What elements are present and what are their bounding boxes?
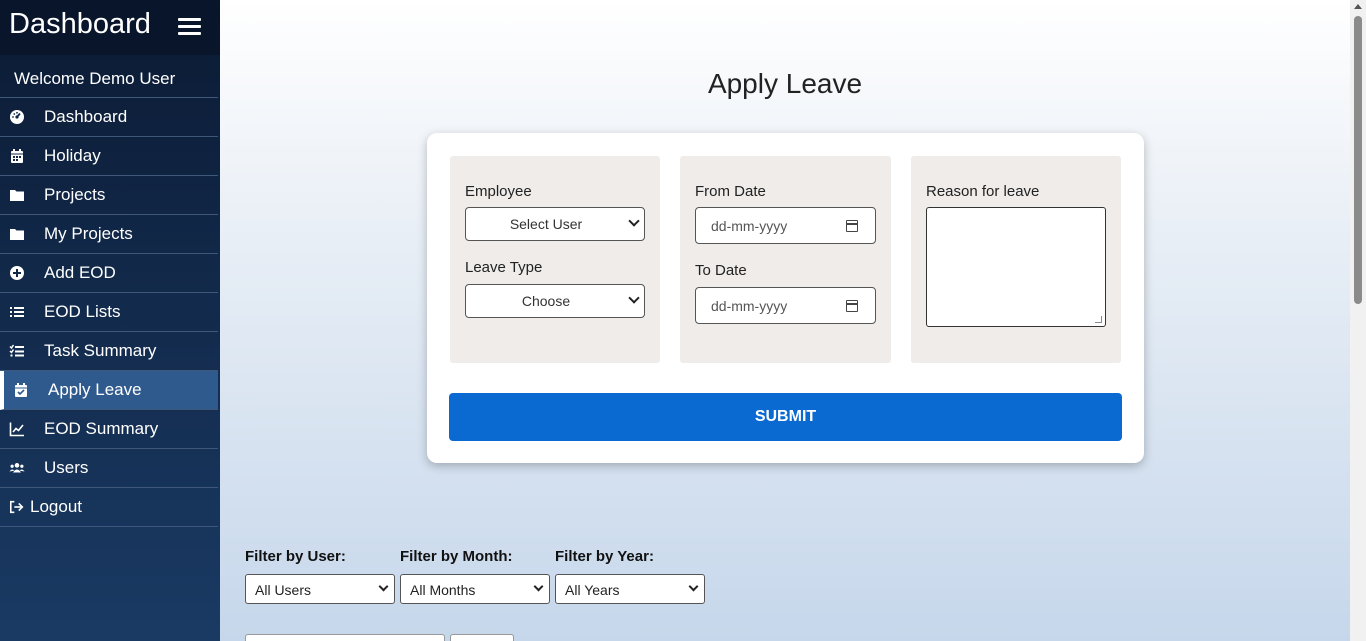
sidebar-item-label: Users [44,458,89,477]
sidebar-item-label: Logout [30,497,82,516]
sidebar-item-label: Apply Leave [48,380,142,399]
from-date-label: From Date [695,183,766,200]
to-date-placeholder: dd-mm-yyyy [711,298,788,314]
plus-circle-icon [10,266,24,280]
sidebar-item-users[interactable]: Users [0,449,218,488]
sidebar-header: Dashboard [0,0,220,55]
to-date-input[interactable]: dd-mm-yyyy [695,287,876,324]
resize-handle-icon[interactable] [1095,316,1102,323]
sidebar-item-label: EOD Lists [44,302,121,321]
from-date-placeholder: dd-mm-yyyy [711,218,788,234]
leave-form-card: Employee Select User Leave Type Choose F… [427,133,1144,463]
menu-toggle-icon[interactable] [178,18,201,35]
sidebar-item-label: My Projects [44,224,133,243]
calendar-icon [11,149,23,163]
sidebar-item-add-eod[interactable]: Add EOD [0,254,218,293]
sidebar-item-eod-summary[interactable]: EOD Summary [0,410,218,449]
vertical-scrollbar[interactable] [1350,0,1366,641]
chevron-down-icon [533,581,544,592]
scroll-up-arrow-icon[interactable] [1354,4,1362,9]
sidebar-nav: Dashboard Holiday Projects My Projects A… [0,98,220,527]
filter-month-value: All Months [410,582,476,598]
calendar-check-icon [15,383,27,397]
leave-type-label: Leave Type [465,259,543,276]
leave-type-select-value: Choose [521,293,571,309]
sidebar-title: Dashboard [9,8,151,40]
leave-type-select[interactable]: Choose [465,284,645,318]
dates-panel: From Date dd-mm-yyyy To Date dd-mm-yyyy [680,156,891,363]
line-chart-icon [9,422,24,437]
chevron-down-icon [628,215,640,227]
employee-select[interactable]: Select User [465,207,645,241]
filter-month-select[interactable]: All Months [400,574,550,604]
filter-user: Filter by User: All Users [245,548,395,604]
sidebar-item-apply-leave[interactable]: Apply Leave [0,371,218,410]
employee-select-value: Select User [509,216,583,232]
sidebar-item-my-projects[interactable]: My Projects [0,215,218,254]
filter-user-label: Filter by User: [245,548,346,565]
chevron-down-icon [628,292,640,304]
submit-button[interactable]: SUBMIT [449,393,1122,441]
logout-icon [9,500,24,514]
filter-year-value: All Years [565,582,620,598]
sidebar-item-label: Task Summary [44,341,157,360]
filter-year: Filter by Year: All Years [555,548,705,604]
search-button[interactable] [450,634,514,641]
list-icon [10,307,24,317]
filter-user-value: All Users [255,582,312,598]
scrollbar-thumb[interactable] [1354,16,1362,304]
main-content: Apply Leave Employee Select User Leave T… [220,0,1350,641]
filter-month: Filter by Month: All Months [400,548,550,604]
folder-icon [10,190,24,201]
employee-label: Employee [465,183,532,200]
chevron-down-icon [688,581,699,592]
welcome-text: Welcome Demo User [14,69,176,88]
chevron-down-icon [378,581,389,592]
reason-panel: Reason for leave [911,156,1121,363]
reason-textarea[interactable] [926,207,1106,327]
sidebar-item-label: Projects [44,185,106,204]
from-date-input[interactable]: dd-mm-yyyy [695,207,876,244]
filter-user-select[interactable]: All Users [245,574,395,604]
sidebar: Dashboard Welcome Demo User Dashboard Ho… [0,0,220,641]
to-date-label: To Date [695,262,747,279]
sidebar-item-projects[interactable]: Projects [0,176,218,215]
sidebar-item-holiday[interactable]: Holiday [0,137,218,176]
employee-panel: Employee Select User Leave Type Choose [450,156,660,363]
search-input[interactable] [245,634,445,641]
folder-icon [10,229,24,240]
sidebar-item-eod-lists[interactable]: EOD Lists [0,293,218,332]
calendar-icon[interactable] [846,220,858,232]
sidebar-item-label: Dashboard [44,107,128,126]
sidebar-item-label: EOD Summary [44,419,159,438]
users-icon [9,463,25,473]
sidebar-item-dashboard[interactable]: Dashboard [0,98,218,137]
sidebar-item-logout[interactable]: Logout [0,488,218,527]
page-title: Apply Leave [707,68,863,99]
filter-month-label: Filter by Month: [400,548,513,565]
filter-year-select[interactable]: All Years [555,574,705,604]
checklist-icon [9,344,24,357]
sidebar-item-task-summary[interactable]: Task Summary [0,332,218,371]
sidebar-item-label: Holiday [44,146,101,165]
filter-year-label: Filter by Year: [555,548,654,565]
calendar-icon[interactable] [846,300,858,312]
gauge-icon [10,110,24,124]
sidebar-item-label: Add EOD [44,263,116,282]
reason-label: Reason for leave [926,183,1040,200]
